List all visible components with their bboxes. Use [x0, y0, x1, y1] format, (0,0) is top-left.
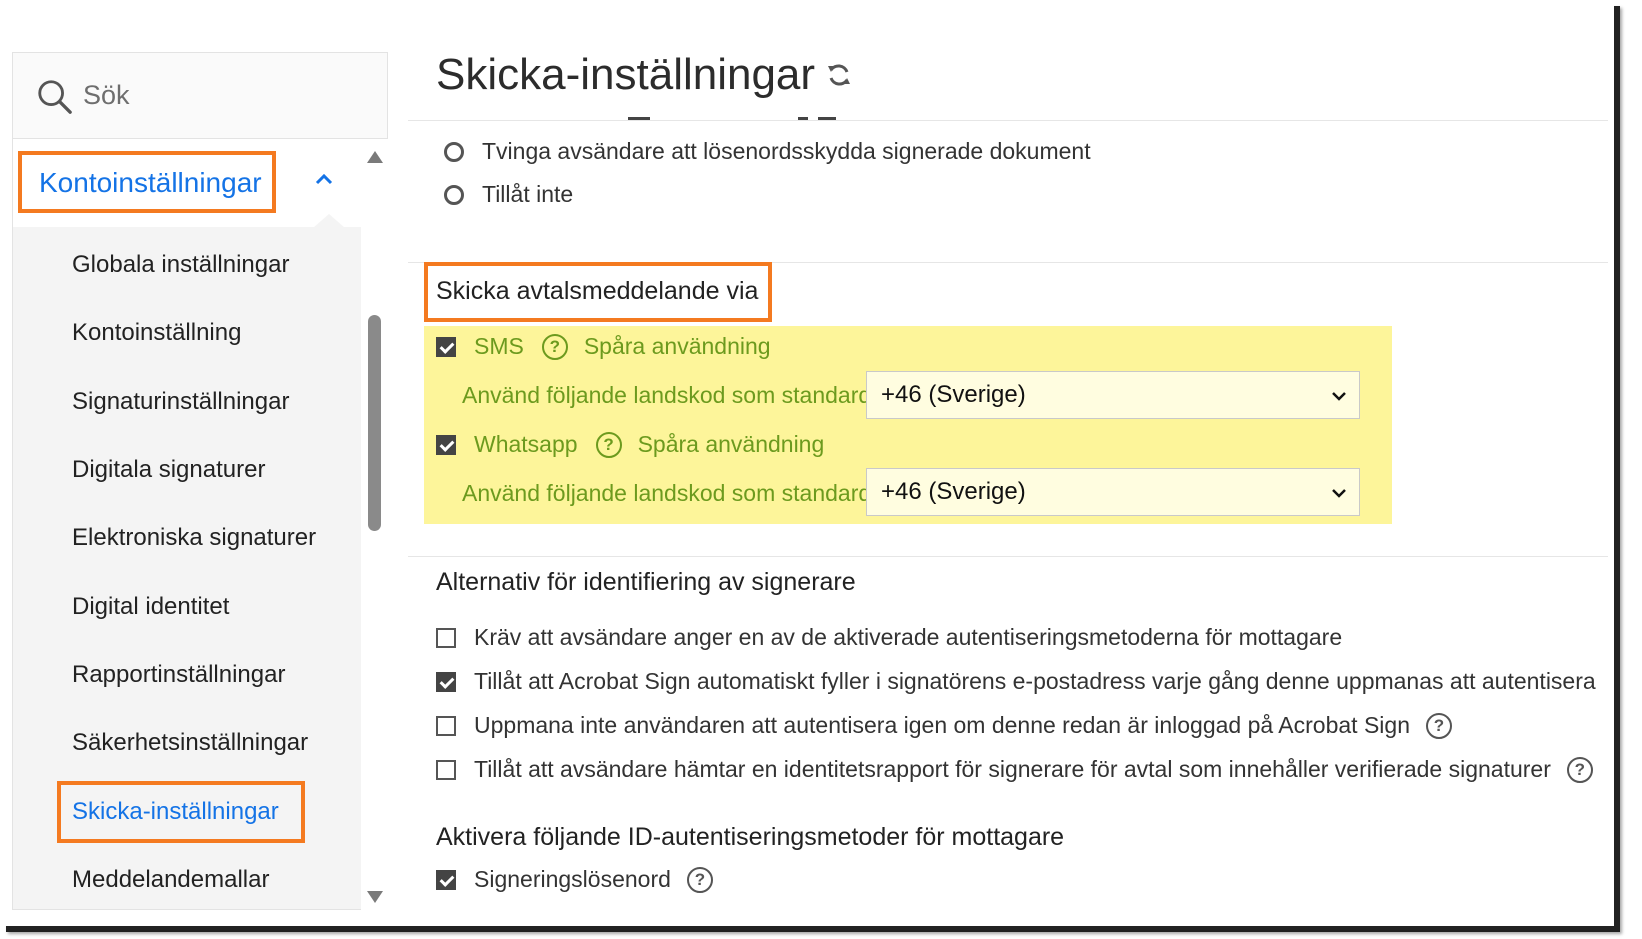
- identification-option-2: Tillåt att Acrobat Sign automatiskt fyll…: [436, 668, 1596, 695]
- sidebar-item-message-templates[interactable]: Meddelandemallar: [13, 846, 361, 914]
- sms-label: SMS: [474, 333, 524, 359]
- sidebar-item-label: Signaturinställningar: [72, 387, 290, 415]
- sidebar-item-label: Digitala signaturer: [72, 456, 266, 484]
- help-icon[interactable]: ?: [541, 333, 568, 360]
- help-icon[interactable]: ?: [595, 431, 622, 458]
- sidebar-section-account-settings[interactable]: Kontoinställningar: [13, 139, 361, 228]
- whatsapp-track-usage-link[interactable]: Spåra användning: [638, 431, 825, 458]
- sidebar-item-account-setting[interactable]: Kontoinställning: [13, 299, 361, 367]
- sms-country-code-select[interactable]: +46 (Sverige): [866, 371, 1360, 419]
- chevron-down-icon: [1332, 392, 1346, 401]
- sidebar-section-label: Kontoinställningar: [39, 167, 262, 198]
- scroll-down-arrow-icon[interactable]: [367, 891, 383, 903]
- whatsapp-country-code-select[interactable]: +46 (Sverige): [866, 468, 1360, 516]
- section-heading-id-methods: Aktivera följande ID-autentiseringsmetod…: [436, 823, 1065, 851]
- identification-option-4: Tillåt att avsändare hämtar en identitet…: [436, 756, 1593, 783]
- sms-track-usage-link[interactable]: Spåra användning: [584, 333, 771, 360]
- sidebar-item-label: Skicka-inställningar: [72, 797, 279, 825]
- radio-force-password[interactable]: Tvinga avsändare att lösenordsskydda sig…: [444, 138, 1091, 165]
- radio-label: Tvinga avsändare att lösenordsskydda sig…: [482, 138, 1091, 164]
- radio-do-not-allow[interactable]: Tillåt inte: [444, 181, 573, 208]
- sidebar-item-label: Rapportinställningar: [72, 660, 286, 688]
- page-title-text: Skicka-inställningar: [436, 50, 816, 99]
- identification-option-1: Kräv att avsändare anger en av de aktive…: [436, 624, 1342, 651]
- sidebar-item-electronic-signatures[interactable]: Elektroniska signaturer: [13, 504, 361, 572]
- sms-country-code-label: Använd följande landskod som standard:: [462, 382, 878, 408]
- radio-button[interactable]: [444, 141, 464, 162]
- sidebar-nav: Kontoinställningar Globala inställningar…: [13, 139, 361, 909]
- radio-button[interactable]: [444, 184, 464, 205]
- sms-checkbox[interactable]: [436, 336, 456, 357]
- checkbox-label: Kräv att avsändare anger en av de aktive…: [474, 624, 1343, 650]
- scroll-up-arrow-icon[interactable]: [367, 151, 383, 163]
- checkbox[interactable]: [436, 671, 456, 692]
- whatsapp-option: Whatsapp ? Spåra användning: [436, 431, 824, 458]
- scrollbar-thumb[interactable]: [368, 315, 381, 531]
- sidebar-item-label: Globala inställningar: [72, 251, 290, 279]
- sidebar-item-report-settings[interactable]: Rapportinställningar: [13, 641, 361, 709]
- whatsapp-checkbox[interactable]: [436, 434, 456, 455]
- checkbox[interactable]: [436, 715, 456, 736]
- select-value: +46 (Sverige): [881, 478, 1026, 505]
- sidebar-item-label: Digital identitet: [72, 592, 230, 620]
- search-input[interactable]: Sök: [83, 80, 130, 111]
- sms-option: SMS ? Spåra användning: [436, 333, 771, 360]
- help-icon[interactable]: ?: [1426, 712, 1452, 739]
- app-window: Sök Kontoinställningar Globala inställni…: [0, 0, 1614, 926]
- divider: [408, 556, 1608, 557]
- checkbox-label: Tillåt att Acrobat Sign automatiskt fyll…: [474, 668, 1596, 694]
- sidebar-item-digital-identity[interactable]: Digital identitet: [13, 572, 361, 640]
- active-notch: [313, 214, 345, 228]
- help-icon[interactable]: ?: [686, 866, 713, 893]
- main-content: Skicka-inställningar Tvinga avsändare at…: [408, 0, 1608, 920]
- sidebar-items: Globala inställningar Kontoinställning S…: [13, 227, 361, 914]
- sidebar-item-label: Meddelandemallar: [72, 865, 270, 893]
- search-box[interactable]: Sök: [13, 53, 387, 139]
- sidebar-item-label: Elektroniska signaturer: [72, 524, 317, 552]
- whatsapp-label: Whatsapp: [474, 431, 578, 457]
- sidebar-scrollbar[interactable]: [361, 139, 389, 911]
- help-icon[interactable]: ?: [1566, 756, 1593, 783]
- clipped-text-fragment: [608, 112, 948, 120]
- identification-option-3: Uppmana inte användaren att autentisera …: [436, 712, 1452, 739]
- section-heading-notify: Skicka avtalsmeddelande via: [436, 277, 759, 305]
- radio-label: Tillåt inte: [482, 181, 574, 207]
- page-title: Skicka-inställningar: [436, 50, 853, 100]
- sidebar-item-send-settings[interactable]: Skicka-inställningar: [13, 777, 361, 845]
- divider: [408, 120, 1608, 121]
- search-icon: [38, 79, 72, 114]
- sidebar: Sök Kontoinställningar Globala inställni…: [12, 52, 389, 911]
- whatsapp-country-code-label: Använd följande landskod som standard:: [462, 480, 878, 506]
- chevron-down-icon: [1332, 489, 1346, 498]
- checkbox[interactable]: [436, 869, 456, 890]
- section-heading-identification: Alternativ för identifiering av signerar…: [436, 568, 856, 596]
- checkbox-label: Signeringslösenord: [474, 866, 671, 892]
- sidebar-item-digital-signatures[interactable]: Digitala signaturer: [13, 436, 361, 504]
- sidebar-item-label: Kontoinställning: [72, 319, 242, 347]
- sidebar-item-signature-settings[interactable]: Signaturinställningar: [13, 368, 361, 436]
- sidebar-item-security-settings[interactable]: Säkerhetsinställningar: [13, 709, 361, 777]
- sidebar-item-label: Säkerhetsinställningar: [72, 729, 309, 757]
- checkbox-label: Uppmana inte användaren att autentisera …: [474, 712, 1410, 738]
- select-value: +46 (Sverige): [881, 381, 1026, 408]
- chevron-up-icon[interactable]: [311, 169, 337, 189]
- sidebar-item-global-settings[interactable]: Globala inställningar: [13, 231, 361, 299]
- refresh-icon[interactable]: [825, 61, 853, 89]
- id-method-option-1: Signeringslösenord ?: [436, 866, 713, 893]
- checkbox-label: Tillåt att avsändare hämtar en identitet…: [474, 756, 1551, 782]
- checkbox[interactable]: [436, 627, 456, 648]
- checkbox[interactable]: [436, 759, 456, 780]
